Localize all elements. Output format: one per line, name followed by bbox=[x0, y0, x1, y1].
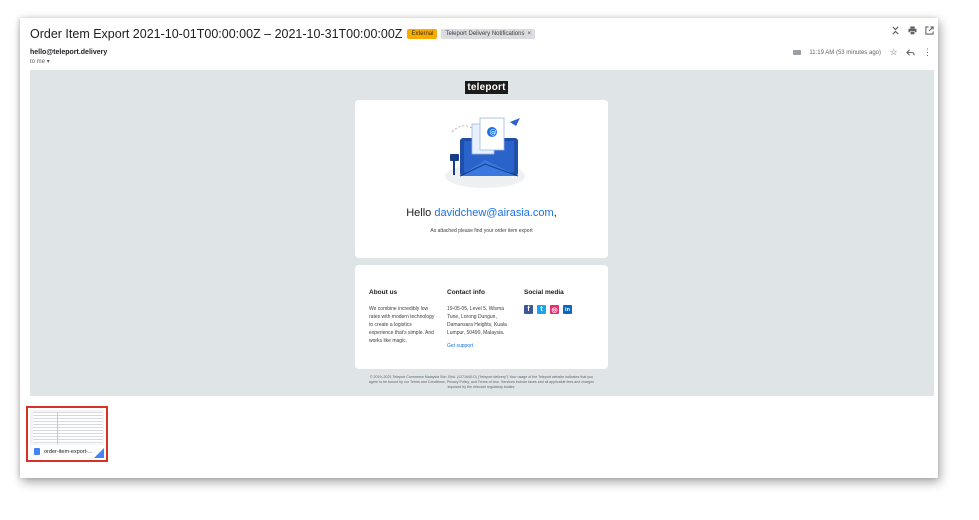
greeting-card: @ Hello davidchew@airasia.com, As attach… bbox=[355, 100, 608, 258]
linkedin-icon[interactable]: in bbox=[563, 305, 572, 314]
get-support-link[interactable]: Get support bbox=[447, 343, 513, 349]
social-title: Social media bbox=[524, 289, 564, 296]
label-close-icon[interactable]: × bbox=[528, 30, 532, 38]
expand-icon[interactable] bbox=[891, 26, 900, 35]
star-icon[interactable]: ☆ bbox=[889, 48, 898, 57]
greeting-prefix: Hello bbox=[406, 207, 435, 219]
contact-text: 19-05-05, Level 5, Wisma Tune, Lorong Du… bbox=[447, 306, 507, 336]
svg-text:@: @ bbox=[490, 129, 497, 137]
teleport-logo: teleport bbox=[465, 81, 508, 94]
mail-illustration-icon: @ bbox=[445, 117, 525, 188]
footer-card: About us We combine incredibly low rates… bbox=[355, 265, 608, 369]
chevron-down-icon: ▾ bbox=[46, 59, 50, 65]
facebook-icon[interactable]: f bbox=[524, 305, 533, 314]
label-tag-text: Teleport Delivery Notifications bbox=[445, 31, 525, 37]
contact-column: Contact info 19-05-05, Level 5, Wisma Tu… bbox=[447, 289, 513, 349]
recipient-email-link[interactable]: davidchew@airasia.com bbox=[434, 207, 553, 219]
recipient-dropdown[interactable]: to me ▾ bbox=[30, 58, 50, 65]
open-in-new-icon[interactable] bbox=[925, 26, 934, 35]
email-window: Order Item Export 2021-10-01T00:00:00Z –… bbox=[20, 18, 938, 478]
contact-title: Contact info bbox=[447, 289, 485, 296]
email-subject: Order Item Export 2021-10-01T00:00:00Z –… bbox=[30, 27, 403, 41]
message-time: 11:19 AM (53 minutes ago) bbox=[809, 49, 881, 56]
recipient-label: to me bbox=[30, 59, 46, 65]
subject-row: Order Item Export 2021-10-01T00:00:00Z –… bbox=[30, 24, 938, 44]
about-title: About us bbox=[369, 289, 398, 296]
attachment-preview: order-item-export-... bbox=[30, 410, 104, 458]
instagram-icon[interactable]: ◎ bbox=[550, 305, 559, 314]
social-links: f t ◎ in bbox=[524, 305, 596, 314]
greeting-suffix: , bbox=[553, 207, 557, 219]
social-column: Social media f t ◎ in bbox=[524, 289, 596, 314]
attachment-note: As attached please find your order item … bbox=[430, 228, 533, 234]
attachment-thumbnail[interactable]: order-item-export-... bbox=[26, 406, 108, 462]
document-icon bbox=[34, 448, 40, 455]
top-actions bbox=[891, 26, 934, 35]
sender-address[interactable]: hello@teleport.delivery bbox=[30, 49, 107, 56]
attachment-file-name: order-item-export-... bbox=[44, 448, 93, 455]
external-badge: External bbox=[407, 29, 438, 39]
about-column: About us We combine incredibly low rates… bbox=[369, 289, 437, 345]
page-fold-icon bbox=[94, 448, 104, 458]
print-icon[interactable] bbox=[908, 26, 917, 35]
greeting-text: Hello davidchew@airasia.com, bbox=[355, 207, 608, 219]
about-text: We combine incredibly low rates with mod… bbox=[369, 306, 435, 344]
message-meta: 11:19 AM (53 minutes ago) ☆ ⋮ bbox=[793, 48, 932, 57]
reply-icon[interactable] bbox=[906, 48, 915, 57]
more-vert-icon[interactable]: ⋮ bbox=[923, 48, 932, 57]
attachment-footer: order-item-export-... bbox=[30, 445, 104, 458]
label-icon bbox=[793, 50, 802, 55]
twitter-icon[interactable]: t bbox=[537, 305, 546, 314]
spreadsheet-preview bbox=[33, 412, 103, 444]
label-tag[interactable]: Teleport Delivery Notifications × bbox=[441, 29, 536, 39]
legal-text: © 2019–2021 Teleport Commerce Malaysia S… bbox=[368, 375, 595, 389]
email-body: teleport @ Hello davidchew@airasia.com, bbox=[30, 70, 934, 396]
